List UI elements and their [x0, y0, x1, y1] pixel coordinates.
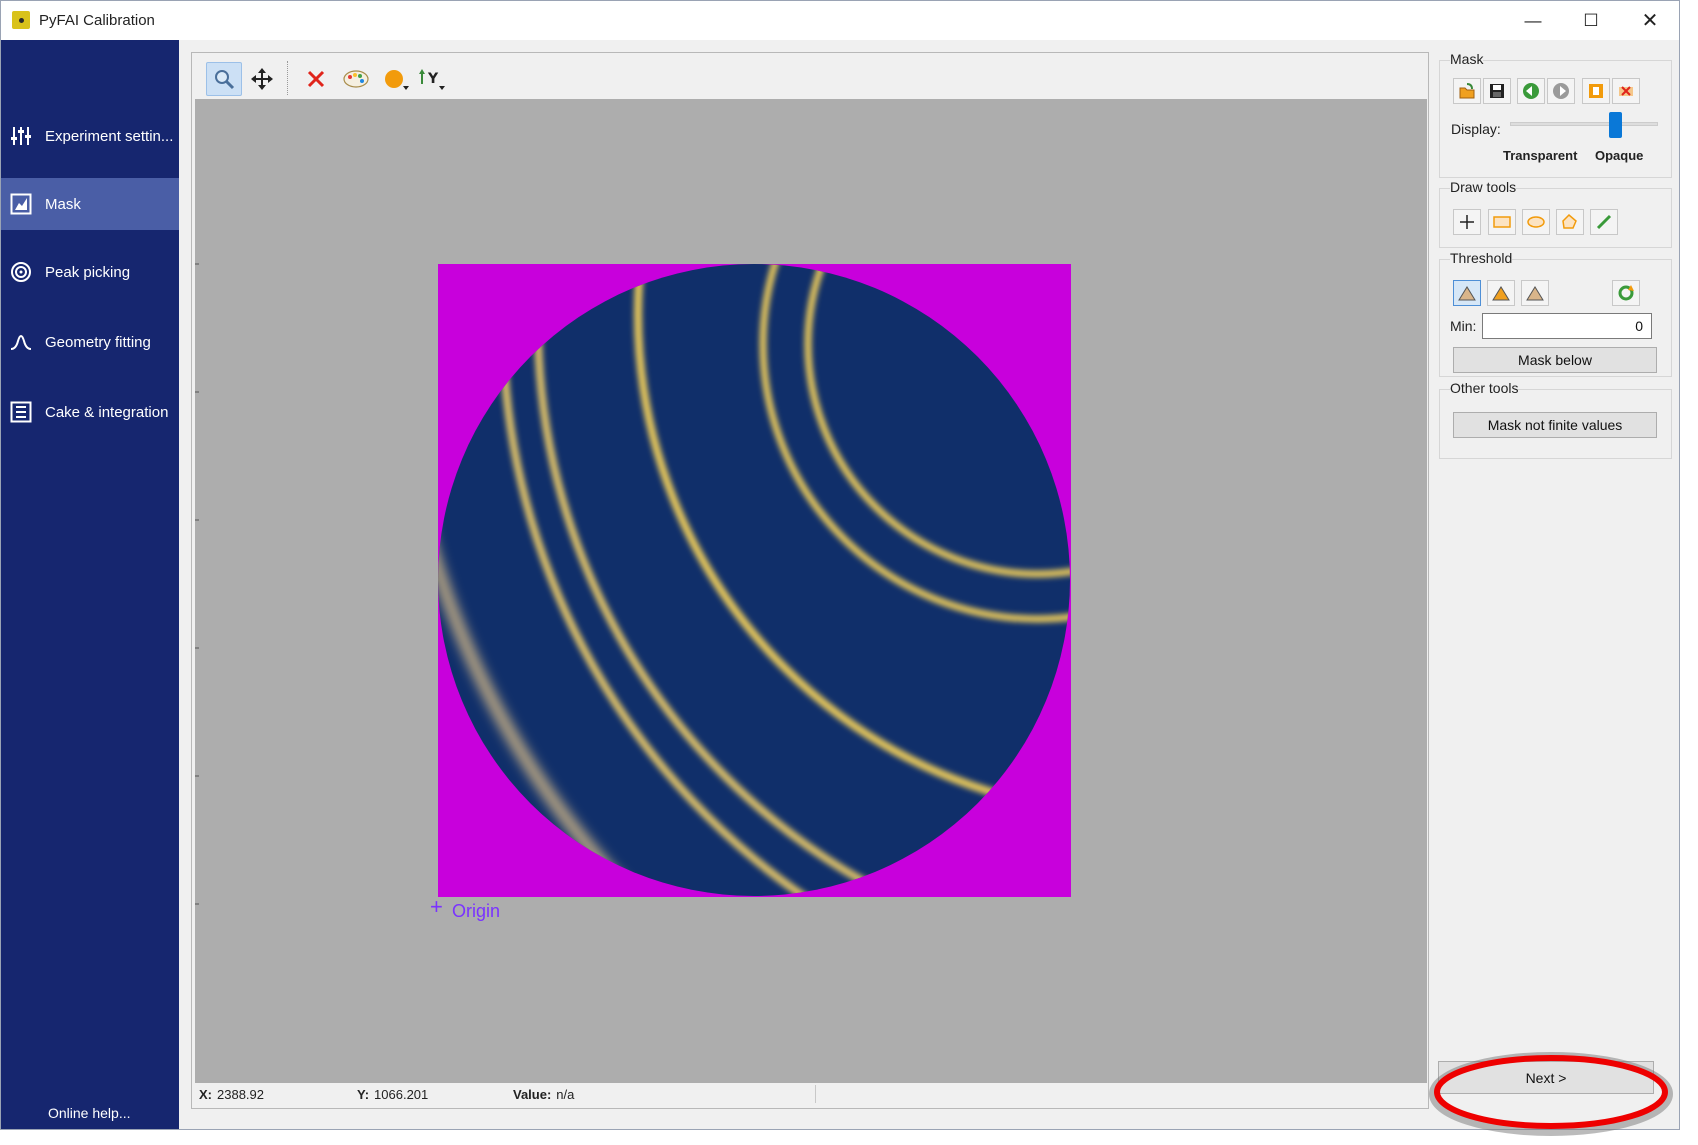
redo-icon[interactable] — [1547, 78, 1575, 104]
opacity-slider-handle[interactable] — [1609, 112, 1622, 138]
rectangle-tool-icon[interactable] — [1488, 209, 1516, 235]
list-icon — [9, 400, 33, 424]
mask-group: Mask Display: Transparent Opaque — [1439, 51, 1672, 178]
draw-tools-group: Draw tools — [1439, 179, 1672, 248]
online-help-link[interactable]: Online help... — [48, 1105, 131, 1121]
sidebar-item-experiment-settings[interactable]: Experiment settin... — [1, 110, 179, 162]
origin-marker-icon: + — [430, 894, 443, 919]
sidebar-item-label: Experiment settin... — [45, 127, 174, 145]
y-coordinate: Y: 1066.201 — [357, 1087, 429, 1102]
clear-mask-icon[interactable] — [1612, 78, 1640, 104]
pyfai-window: PyFAI Calibration — ☐ ✕ Experiment setti… — [0, 0, 1680, 1130]
target-icon — [9, 260, 33, 284]
diffraction-image — [438, 264, 1070, 896]
load-mask-icon[interactable] — [1453, 78, 1481, 104]
mask-overlay-image — [438, 264, 1071, 897]
plot-toolbar: Y — [192, 53, 1428, 99]
other-tools-group: Other tools Mask not finite values — [1439, 380, 1672, 459]
svg-text:Y: Y — [427, 71, 439, 87]
mask-icon — [9, 192, 33, 216]
display-label: Display: — [1451, 121, 1501, 137]
mask-not-finite-button[interactable]: Mask not finite values — [1453, 412, 1657, 438]
mask-tools-panel: Mask Display: Transparent Opaque Draw to… — [1430, 40, 1679, 1129]
transparent-label: Transparent — [1503, 148, 1578, 163]
save-mask-icon[interactable] — [1483, 78, 1511, 104]
pixel-value: Value: n/a — [513, 1087, 575, 1102]
mask-below-button[interactable]: Mask below — [1453, 347, 1657, 373]
min-label: Min: — [1450, 318, 1477, 334]
threshold-above-icon[interactable] — [1521, 280, 1549, 306]
sidebar-item-mask[interactable]: Mask — [1, 178, 179, 230]
threshold-group: Threshold Min: 0 Mask below — [1439, 250, 1672, 377]
title-bar: PyFAI Calibration — ☐ ✕ — [1, 1, 1679, 40]
threshold-between-icon[interactable] — [1487, 280, 1515, 306]
sidebar-item-label: Mask — [45, 195, 81, 213]
plot-status-bar: X: 2388.92 Y: 1066.201 Value: n/a — [195, 1083, 1427, 1105]
x-coordinate: X: 2388.92 — [199, 1087, 264, 1102]
image-plot-canvas[interactable]: + Origin — [195, 99, 1427, 1089]
refresh-icon[interactable] — [1612, 280, 1640, 306]
colormap-icon[interactable] — [338, 62, 374, 96]
close-button[interactable]: ✕ — [1621, 1, 1679, 40]
y-axis-flip-icon[interactable]: Y — [414, 62, 450, 96]
y-axis-ticks — [195, 263, 199, 905]
reset-zoom-icon[interactable] — [298, 62, 334, 96]
threshold-below-icon[interactable] — [1453, 280, 1481, 306]
threshold-title: Threshold — [1450, 250, 1513, 266]
min-threshold-input[interactable]: 0 — [1482, 313, 1652, 339]
mask-group-title: Mask — [1450, 51, 1484, 67]
undo-icon[interactable] — [1517, 78, 1545, 104]
toolbar-divider — [287, 61, 288, 95]
zoom-icon[interactable] — [206, 62, 242, 96]
invert-mask-icon[interactable] — [1582, 78, 1610, 104]
pencil-tool-icon[interactable] — [1590, 209, 1618, 235]
sidebar-item-label: Cake & integration — [45, 403, 169, 421]
plot-widget: Y + Origin X: 2388.92 Y: 1066.201 Value:… — [191, 52, 1429, 1109]
pan-tool-icon[interactable] — [1453, 209, 1481, 235]
maximize-button[interactable]: ☐ — [1562, 1, 1620, 40]
other-tools-title: Other tools — [1450, 380, 1519, 396]
status-divider — [815, 1085, 816, 1103]
window-title: PyFAI Calibration — [39, 12, 155, 29]
opacity-slider-track[interactable] — [1510, 122, 1658, 126]
next-button[interactable]: Next > — [1438, 1061, 1654, 1094]
sidebar-item-label: Geometry fitting — [45, 333, 151, 351]
sidebar-item-peak-picking[interactable]: Peak picking — [1, 246, 179, 298]
ellipse-tool-icon[interactable] — [1522, 209, 1550, 235]
sliders-icon — [9, 124, 33, 148]
opaque-label: Opaque — [1595, 148, 1644, 163]
draw-tools-title: Draw tools — [1450, 179, 1517, 195]
origin-label: Origin — [452, 901, 501, 921]
sidebar-item-cake-integration[interactable]: Cake & integration — [1, 386, 179, 438]
pan-icon[interactable] — [244, 62, 280, 96]
peak-icon — [9, 330, 33, 354]
sidebar: Experiment settin... Mask Peak picking G… — [1, 40, 179, 1129]
marker-color-icon[interactable] — [378, 62, 414, 96]
polygon-tool-icon[interactable] — [1556, 209, 1584, 235]
pyfai-app-icon — [12, 11, 30, 29]
sidebar-item-label: Peak picking — [45, 263, 131, 281]
minimize-button[interactable]: — — [1504, 1, 1562, 40]
sidebar-item-geometry-fitting[interactable]: Geometry fitting — [1, 316, 179, 368]
